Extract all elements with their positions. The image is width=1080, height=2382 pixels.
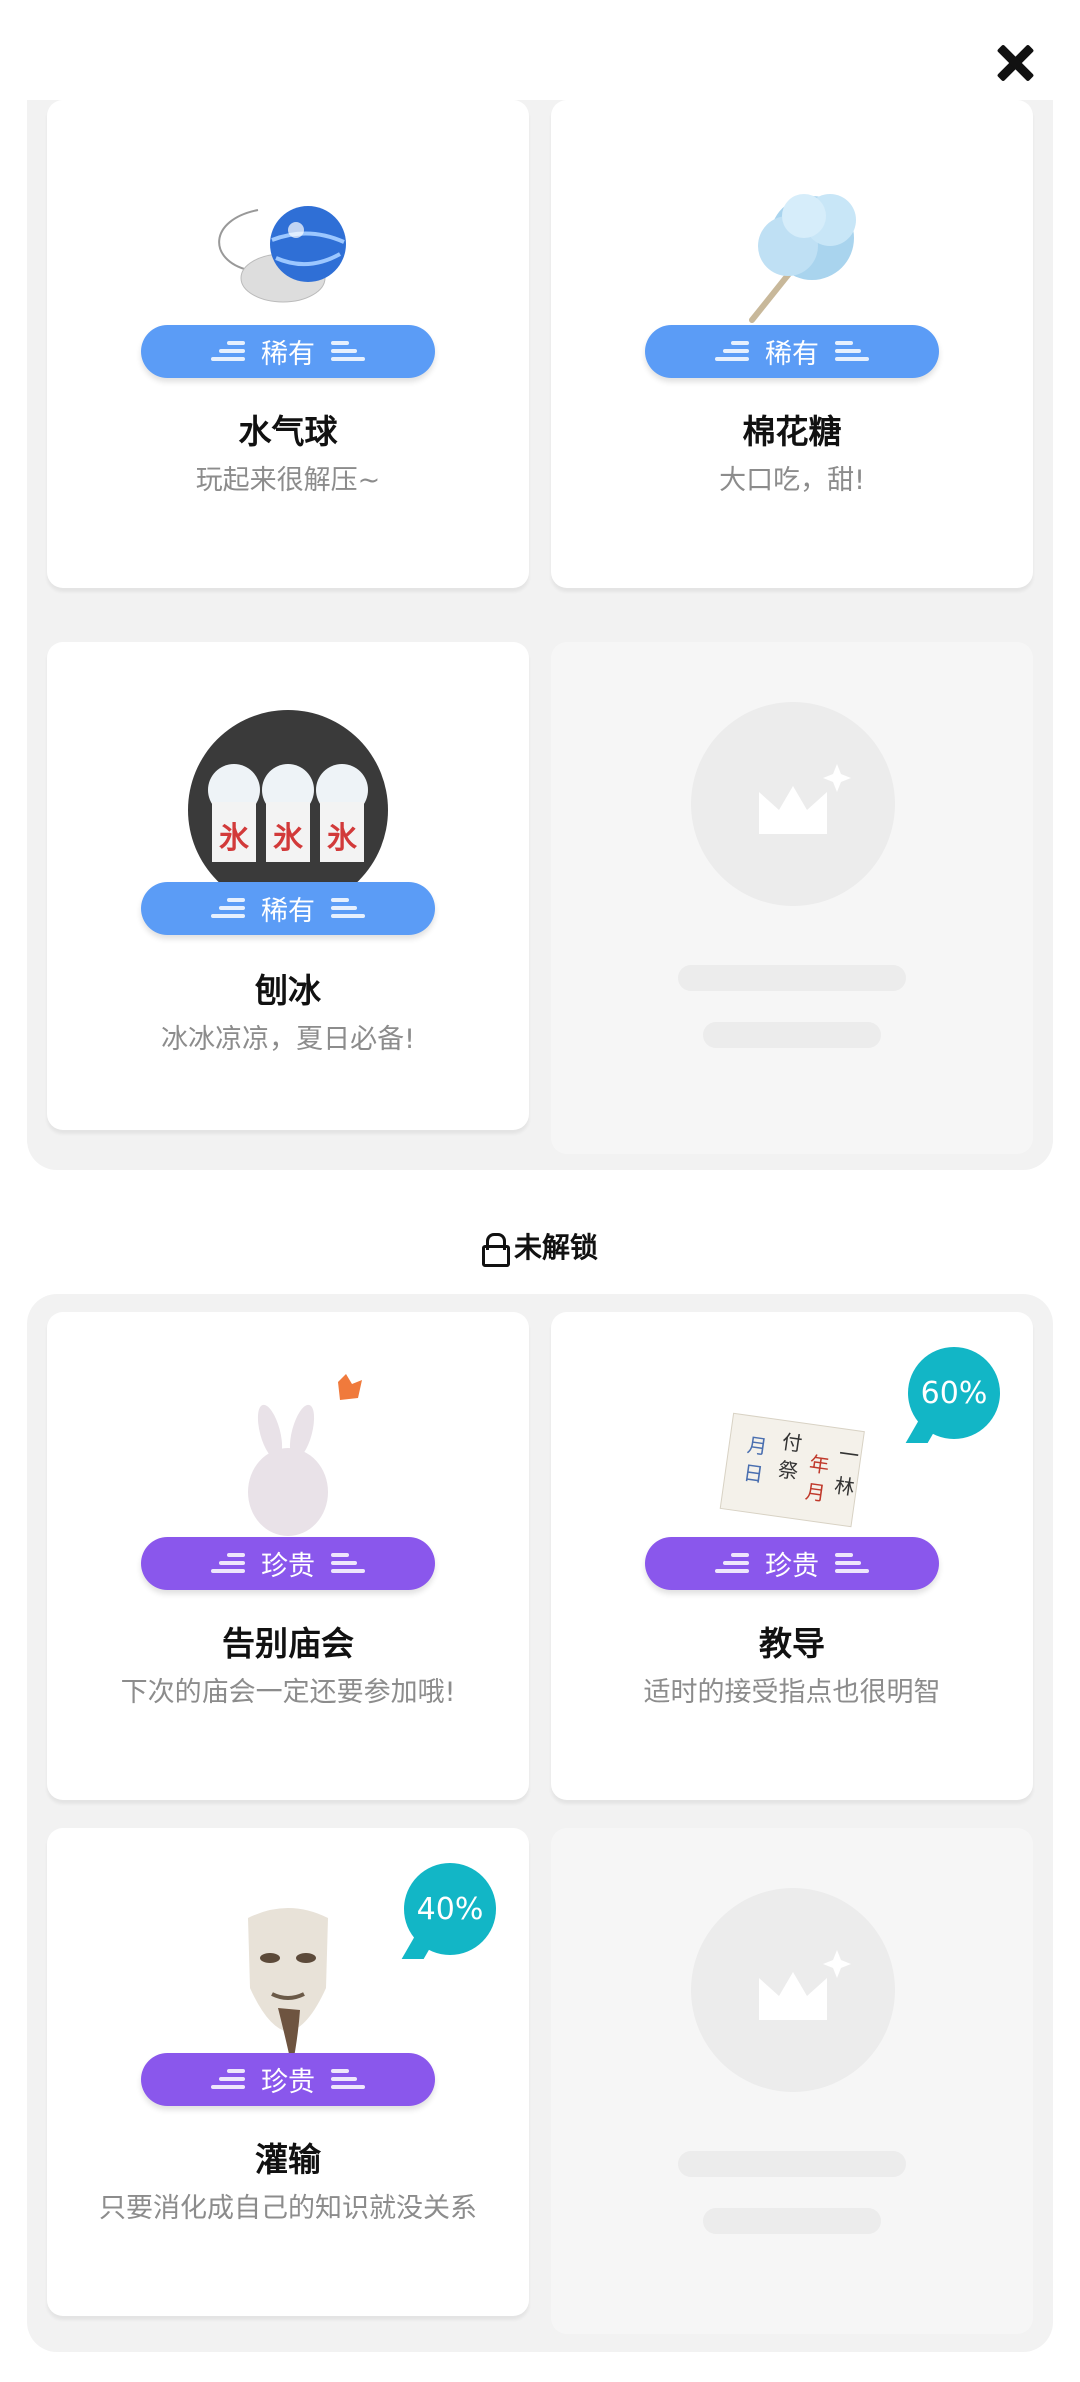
progress-label: 60%	[920, 1375, 988, 1411]
svg-text:年: 年	[808, 1451, 831, 1478]
cotton-candy-icon	[749, 194, 856, 323]
placeholder-description	[703, 2208, 881, 2234]
item-description: 只要消化成自己的知识就没关系	[99, 2193, 477, 2224]
rarity-badge: 珍贵	[645, 1537, 939, 1590]
rarity-label: 珍贵	[261, 2067, 315, 2098]
badge-decoration-right	[331, 339, 365, 365]
collection-card[interactable]: 月 日 付 祭 年 月 一 林 60% 珍贵 教导 适时的接受指点也很明智	[551, 1312, 1033, 1800]
badge-decoration-right	[835, 339, 869, 365]
locked-section-label: 未解锁	[0, 1226, 1080, 1267]
badge-decoration-left	[211, 339, 245, 365]
progress-badge: 60%	[908, 1347, 1000, 1439]
rarity-label: 稀有	[261, 896, 315, 927]
svg-text:林: 林	[833, 1473, 856, 1500]
badge-decoration-right	[331, 1551, 365, 1577]
collection-card[interactable]: 珍贵 告别庙会 下次的庙会一定还要参加哦!	[47, 1312, 529, 1800]
item-title: 灌输	[255, 2140, 321, 2179]
rarity-badge: 珍贵	[141, 2053, 435, 2106]
collection-card[interactable]: 氷 氷 氷 稀有 刨冰 冰冰凉凉，夏日必备!	[47, 642, 529, 1130]
rarity-badge: 稀有	[141, 882, 435, 935]
shaved-ice-icon: 氷 氷 氷	[188, 710, 388, 910]
item-title: 棉花糖	[742, 412, 842, 451]
placeholder-description	[703, 1022, 881, 1048]
placeholder-title	[678, 2151, 906, 2177]
svg-text:祭: 祭	[777, 1457, 800, 1484]
empty-slot-card	[551, 642, 1033, 1154]
rarity-label: 珍贵	[765, 1551, 819, 1582]
progress-label: 40%	[416, 1891, 484, 1927]
badge-decoration-right	[331, 896, 365, 922]
item-title: 告别庙会	[222, 1624, 354, 1663]
svg-text:付: 付	[781, 1429, 804, 1456]
badge-decoration-left	[211, 896, 245, 922]
rarity-label: 珍贵	[261, 1551, 315, 1582]
badge-decoration-left	[715, 339, 749, 365]
item-description: 下次的庙会一定还要参加哦!	[120, 1677, 456, 1708]
rabbit-icon	[248, 1374, 362, 1536]
badge-decoration-left	[211, 2067, 245, 2093]
empty-slot-card	[551, 1828, 1033, 2334]
collection-card[interactable]: 稀有 水气球 玩起来很解压~	[47, 100, 529, 588]
rarity-badge: 稀有	[141, 325, 435, 378]
placeholder-crown-icon	[691, 702, 895, 906]
collection-card[interactable]: 稀有 棉花糖 大口吃，甜!	[551, 100, 1033, 588]
rarity-label: 稀有	[261, 339, 315, 370]
item-description: 适时的接受指点也很明智	[643, 1677, 941, 1708]
svg-text:氷: 氷	[273, 821, 304, 856]
badge-decoration-left	[211, 1551, 245, 1577]
placeholder-crown-icon	[691, 1888, 895, 2092]
lock-icon	[481, 1233, 510, 1267]
item-description: 大口吃，甜!	[719, 465, 865, 496]
locked-section-text: 未解锁	[513, 1231, 598, 1264]
svg-text:月: 月	[746, 1433, 769, 1460]
badge-decoration-right	[835, 1551, 869, 1577]
svg-text:日: 日	[742, 1460, 765, 1487]
svg-text:一: 一	[837, 1441, 860, 1468]
placeholder-title	[678, 965, 906, 991]
svg-text:氷: 氷	[219, 821, 250, 856]
svg-text:氷: 氷	[327, 821, 358, 856]
item-title: 刨冰	[255, 971, 321, 1010]
rarity-badge: 珍贵	[141, 1537, 435, 1590]
svg-text:月: 月	[804, 1479, 827, 1506]
close-icon[interactable]	[990, 38, 1040, 88]
rarity-label: 稀有	[765, 339, 819, 370]
collection-card[interactable]: 40% 珍贵 灌输 只要消化成自己的知识就没关系	[47, 1828, 529, 2316]
water-balloon-icon	[218, 206, 346, 303]
paper-note-icon: 月 日 付 祭 年 月 一 林	[719, 1412, 865, 1528]
badge-decoration-right	[331, 2067, 365, 2093]
item-description: 冰冰凉凉，夏日必备!	[161, 1024, 415, 1055]
item-title: 水气球	[238, 412, 338, 451]
item-description: 玩起来很解压~	[195, 465, 381, 496]
badge-decoration-left	[715, 1551, 749, 1577]
mask-icon	[248, 1908, 328, 2068]
locked-panel: 珍贵 告别庙会 下次的庙会一定还要参加哦! 月 日 付 祭 年 月 一 林 60…	[27, 1294, 1053, 2352]
unlocked-panel: 稀有 水气球 玩起来很解压~ 稀有 棉花糖 大口吃，甜! 氷 氷 氷 稀有 刨冰…	[27, 100, 1053, 1170]
item-title: 教导	[759, 1624, 825, 1663]
rarity-badge: 稀有	[645, 325, 939, 378]
progress-badge: 40%	[404, 1863, 496, 1955]
